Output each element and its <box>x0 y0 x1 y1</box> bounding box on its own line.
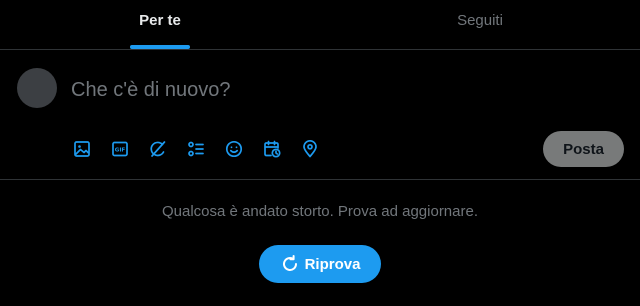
error-message: Qualcosa è andato storto. Prova ad aggio… <box>161 203 479 220</box>
schedule-icon[interactable] <box>253 132 291 166</box>
timeline-tabs: Per te Seguiti <box>0 0 640 50</box>
post-button[interactable]: Posta <box>543 131 624 167</box>
composer-toolbar: GIF <box>63 132 329 166</box>
tab-for-you[interactable]: Per te <box>0 0 320 49</box>
tab-following-label: Seguiti <box>457 12 503 29</box>
image-icon[interactable] <box>63 132 101 166</box>
refresh-icon <box>282 255 297 271</box>
active-tab-indicator <box>130 45 190 49</box>
svg-text:GIF: GIF <box>115 148 126 154</box>
retry-label: Riprova <box>304 255 361 273</box>
post-composer: GIF <box>0 50 640 180</box>
retry-button[interactable]: Riprova <box>259 245 381 283</box>
emoji-icon[interactable] <box>215 132 253 166</box>
avatar[interactable] <box>17 68 57 108</box>
grok-icon[interactable] <box>139 132 177 166</box>
tab-following[interactable]: Seguiti <box>320 0 640 49</box>
tab-for-you-label: Per te <box>139 12 181 29</box>
location-icon[interactable] <box>291 132 329 166</box>
poll-icon[interactable] <box>177 132 215 166</box>
gif-icon[interactable]: GIF <box>101 132 139 166</box>
compose-input[interactable] <box>71 74 611 106</box>
